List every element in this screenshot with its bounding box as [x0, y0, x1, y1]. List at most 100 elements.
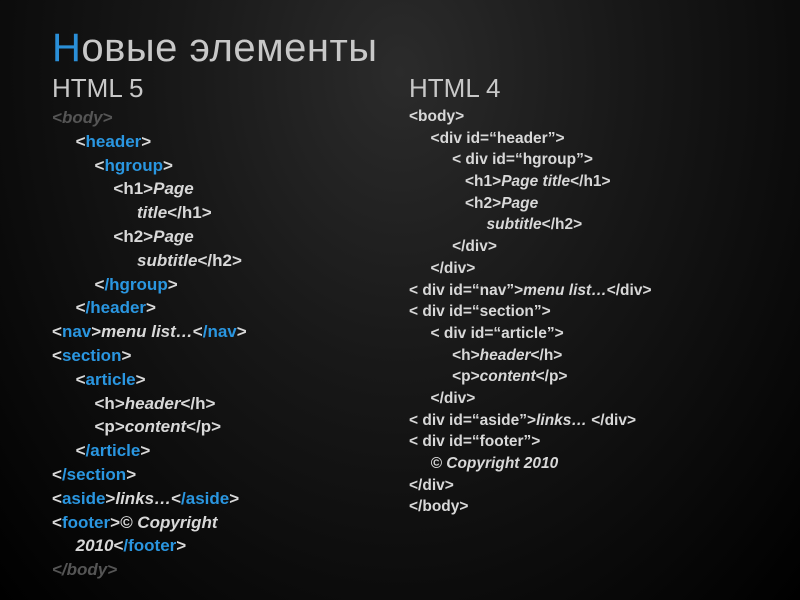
code-segment: links… — [115, 489, 171, 508]
code-segment: > — [146, 298, 156, 317]
code-segment: </div> — [409, 477, 454, 494]
code-segment: < — [52, 489, 62, 508]
code-segment: links… — [536, 412, 587, 429]
code-segment: </h1> — [570, 173, 611, 190]
code-segment: /nav — [203, 322, 237, 341]
code-line: < div id=“footer”> — [409, 431, 756, 453]
code-segment: /hgroup — [104, 275, 167, 294]
code-segment: menu list… — [523, 282, 607, 299]
code-segment: < div id=“article”> — [409, 325, 564, 342]
code-segment: < — [52, 298, 86, 317]
code-segment: < div id=“section”> — [409, 303, 551, 320]
code-line: </body> — [52, 558, 399, 582]
column-html5: HTML 5 <body> <header> <hgroup> <h1>Page… — [52, 73, 399, 582]
code-segment: © Copyright 2010 — [409, 455, 558, 472]
code-line: <h>header</h> — [52, 392, 399, 416]
code-segment: /article — [86, 441, 141, 460]
code-segment: </div> — [409, 238, 497, 255]
code-line: <hgroup> — [52, 154, 399, 178]
code-segment: 2010 — [52, 536, 113, 555]
code-segment: </h> — [181, 394, 216, 413]
code-line: <h2>Page — [52, 225, 399, 249]
code-segment: Page — [153, 179, 194, 198]
page-title: Новые элементы — [52, 26, 756, 71]
code-segment: > — [136, 370, 146, 389]
code-segment: <h2> — [52, 227, 153, 246]
code-segment: /section — [62, 465, 126, 484]
code-segment: < — [52, 465, 62, 484]
code-segment: </h> — [530, 347, 562, 364]
code-segment: > — [105, 489, 115, 508]
code-segment: < — [52, 108, 62, 127]
code-segment: > — [140, 441, 150, 460]
code-segment: menu list… — [101, 322, 193, 341]
code-segment: < div id=“footer”> — [409, 433, 540, 450]
column-html4-heading: HTML 4 — [409, 73, 756, 104]
code-segment: <h1> — [409, 173, 501, 190]
code-line: <div id=“header”> — [409, 128, 756, 150]
code-segment: < — [52, 156, 104, 175]
code-segment: title — [52, 203, 167, 222]
code-line: <body> — [52, 106, 399, 130]
code-line: <header> — [52, 130, 399, 154]
code-segment: <p> — [409, 368, 480, 385]
code-segment: </body> — [409, 498, 468, 515]
code-segment: header — [125, 394, 181, 413]
code-line: < div id=“section”> — [409, 301, 756, 323]
code-segment: section — [62, 346, 122, 365]
code-line: </div> — [409, 258, 756, 280]
code-segment: hgroup — [104, 156, 163, 175]
code-segment: aside — [62, 489, 105, 508]
code-line: <p>content</p> — [409, 366, 756, 388]
code-line: </section> — [52, 463, 399, 487]
code-line: < div id=“article”> — [409, 323, 756, 345]
code-segment: < div id=“aside”> — [409, 412, 536, 429]
code-segment: header — [480, 347, 531, 364]
code-line: subtitle</h2> — [409, 214, 756, 236]
code-segment: footer — [62, 513, 110, 532]
columns: HTML 5 <body> <header> <hgroup> <h1>Page… — [52, 73, 756, 582]
code-line: <body> — [409, 106, 756, 128]
code-segment: </h1> — [167, 203, 211, 222]
code-segment: subtitle — [52, 251, 197, 270]
code-segment: < div id=“nav”> — [409, 282, 523, 299]
code-line: <h1>Page — [52, 177, 399, 201]
code-segment: > — [91, 322, 101, 341]
code-segment: <div id=“header”> — [409, 130, 565, 147]
code-segment: subtitle — [409, 216, 542, 233]
code-line: <h1>Page title</h1> — [409, 171, 756, 193]
code-segment: /footer — [123, 536, 176, 555]
code-segment: </h2> — [197, 251, 241, 270]
code-segment: > — [110, 513, 120, 532]
code-line: </div> — [409, 388, 756, 410]
code-segment: </p> — [536, 368, 568, 385]
code-line: </div> — [409, 236, 756, 258]
code-segment: Page — [153, 227, 194, 246]
code-line: <section> — [52, 344, 399, 368]
code-segment: </p> — [186, 417, 221, 436]
code-html4: <body> <div id=“header”> < div id=“hgrou… — [409, 106, 756, 518]
code-line: <nav>menu list…</nav> — [52, 320, 399, 344]
code-line: 2010</footer> — [52, 534, 399, 558]
code-segment: > — [229, 489, 239, 508]
code-segment: <body> — [409, 108, 464, 125]
code-line: </article> — [52, 439, 399, 463]
code-line: < div id=“nav”>menu list…</div> — [409, 280, 756, 302]
code-segment: Page title — [501, 173, 570, 190]
code-segment: <h2> — [409, 195, 501, 212]
code-segment: > — [168, 275, 178, 294]
code-segment: > — [103, 108, 113, 127]
code-segment: © Copyright — [120, 513, 218, 532]
code-line: </div> — [409, 475, 756, 497]
code-line: <h>header</h> — [409, 345, 756, 367]
code-segment: <h1> — [52, 179, 153, 198]
title-first-letter: Н — [52, 26, 81, 70]
code-line: title</h1> — [52, 201, 399, 225]
column-html4: HTML 4 <body> <div id=“header”> < div id… — [409, 73, 756, 582]
code-line: © Copyright 2010 — [409, 453, 756, 475]
code-segment: /aside — [181, 489, 229, 508]
code-segment: content — [480, 368, 536, 385]
code-line: <aside>links…</aside> — [52, 487, 399, 511]
code-segment: < — [52, 322, 62, 341]
code-line: </header> — [52, 296, 399, 320]
